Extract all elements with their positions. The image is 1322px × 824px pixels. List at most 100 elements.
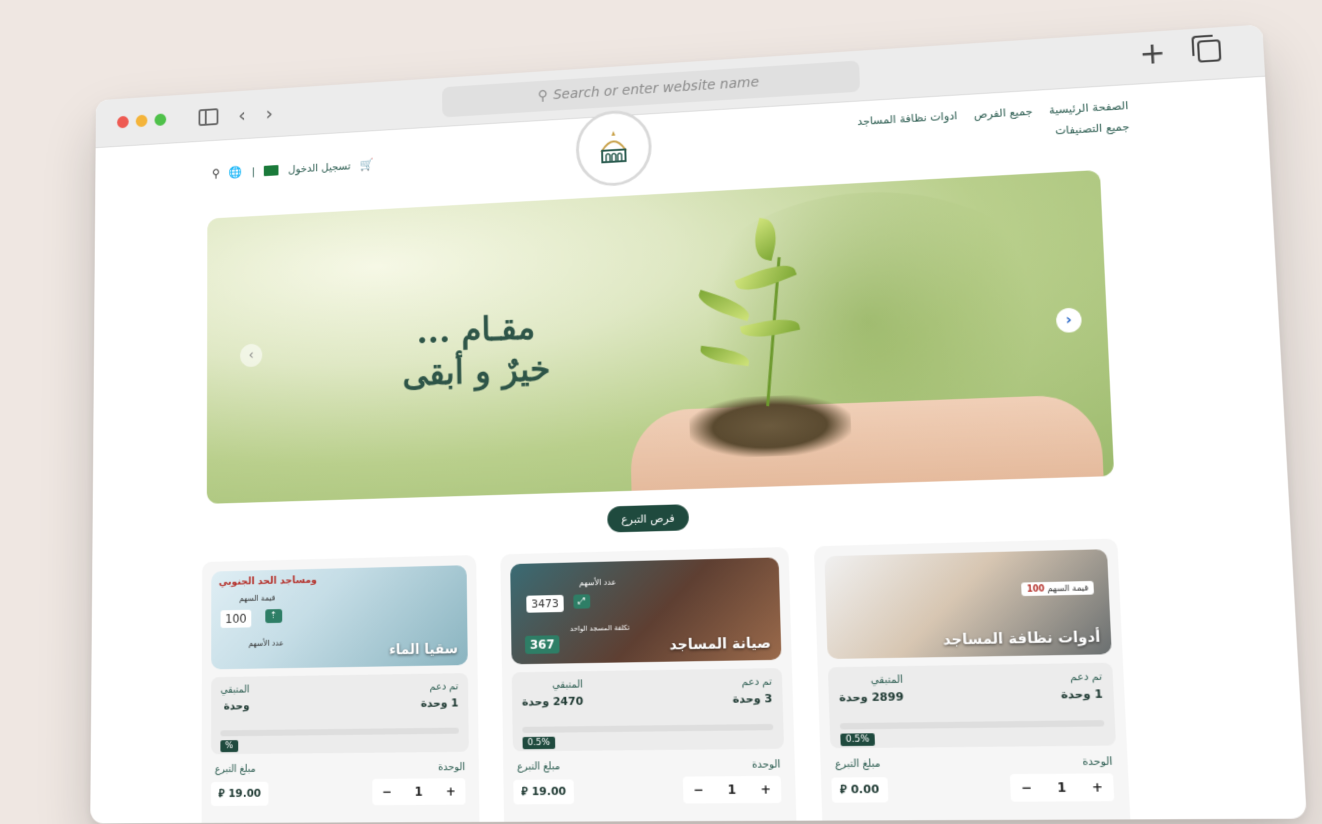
share-icon: ⇡	[265, 609, 282, 624]
card-share-badge: قيمة السهم 100	[1021, 580, 1095, 597]
progress-bar	[522, 723, 774, 733]
card-share-value: 100	[220, 609, 252, 628]
tab-overview-icon[interactable]	[1196, 39, 1222, 63]
card-count-value: 3473	[526, 594, 564, 613]
card-share-label: قيمة السهم	[239, 593, 276, 604]
new-tab-icon[interactable]: +	[1139, 36, 1167, 73]
chevron-left-icon: ‹	[248, 347, 254, 364]
opportunity-card[interactable]: قيمة السهم 100 أدوات نظافة المساجد تم دع…	[813, 538, 1132, 824]
window-controls	[117, 113, 167, 129]
riyal-icon: ⃁	[839, 782, 848, 797]
percent-badge: 0.5%	[840, 733, 875, 747]
quantity-value[interactable]: 1	[727, 782, 736, 797]
quantity-value[interactable]: 1	[415, 785, 423, 799]
progress-bar	[839, 720, 1105, 730]
mockup-stage: ‹ › ⚲ Search or enter website name + الص…	[0, 0, 1322, 824]
hero-slider: مقـام ... خيرٌ و أبقى ‹ ›	[206, 169, 1115, 504]
supported-stat: تم دعم 1 وحدة	[1060, 671, 1104, 702]
supported-label: تم دعم	[741, 676, 773, 689]
amount-value: 0.00	[850, 782, 880, 797]
quantity-value[interactable]: 1	[1057, 780, 1067, 795]
quantity-stepper: − 1 +	[1009, 773, 1115, 802]
slider-prev-button[interactable]: ‹	[240, 343, 263, 368]
remaining-stat: المتبقي 2899 وحدة	[838, 674, 904, 705]
remaining-value: 2470 وحدة	[521, 694, 584, 709]
unit-label: الوحدة	[751, 759, 781, 771]
nav-all-opportunities[interactable]: جميع الفرص	[973, 105, 1032, 121]
amount-field[interactable]: ⃁ 19.00	[513, 779, 575, 805]
header-search-icon[interactable]: ⚲	[212, 167, 220, 181]
increment-button[interactable]: +	[760, 782, 771, 797]
nav-cleaning-tools[interactable]: ادوات نظافة المساجد	[857, 109, 958, 128]
supported-label: تم دعم	[1069, 671, 1103, 684]
forward-icon[interactable]: ›	[266, 101, 273, 124]
main-nav: الصفحة الرئيسية جميع الفرص ادوات نظافة ا…	[857, 99, 1130, 156]
address-placeholder: Search or enter website name	[553, 74, 760, 103]
card-image: ومساجد الحد الجنوبي قيمة السهم 100 ⇡ عدد…	[211, 565, 468, 670]
riyal-icon: ⃁	[521, 784, 528, 799]
remaining-label: المتبقي	[870, 674, 904, 687]
remaining-label: المتبقي	[220, 684, 250, 696]
card-title: أدوات نظافة المساجد	[942, 629, 1101, 649]
supported-label: تم دعم	[429, 681, 459, 693]
percent-badge: %	[220, 740, 238, 753]
minimize-window-button[interactable]	[135, 114, 148, 128]
decrement-button[interactable]: −	[693, 783, 704, 798]
amount-label: مبلغ التبرع	[834, 758, 881, 771]
remaining-value: وحدة	[223, 699, 250, 713]
unit-label: الوحدة	[1082, 756, 1113, 769]
remaining-stat: المتبقي 2470 وحدة	[521, 679, 584, 709]
lang-separator: |	[251, 164, 256, 178]
amount-field[interactable]: ⃁ 19.00	[210, 781, 269, 806]
hero-title-line1: مقـام ...	[416, 308, 536, 353]
sidebar-toggle-icon[interactable]	[198, 107, 219, 126]
card-title: صيانة المساجد	[669, 635, 772, 654]
increment-button[interactable]: +	[446, 784, 456, 798]
back-icon[interactable]: ‹	[238, 103, 245, 126]
card-stats: تم دعم 3 وحدة المتبقي 2470 وحدة 0.5%	[511, 668, 785, 752]
slider-next-button[interactable]: ›	[1055, 307, 1083, 334]
supported-value: 1 وحدة	[420, 696, 459, 710]
card-share-value: 100	[1026, 584, 1045, 594]
remaining-label: المتبقي	[552, 679, 584, 691]
maximize-window-button[interactable]	[154, 113, 167, 127]
hero-title-line2: خيرٌ و أبقى	[402, 348, 551, 394]
supported-stat: تم دعم 1 وحدة	[420, 681, 459, 710]
card-stats: تم دعم 1 وحدة المتبقي وحدة %	[211, 673, 469, 755]
card-cost-label: تكلفة المسجد الواحد	[569, 623, 630, 634]
site-logo[interactable]	[575, 108, 653, 188]
remaining-value: 2899 وحدة	[838, 690, 904, 705]
progress-bar	[220, 727, 459, 737]
decrement-button[interactable]: −	[382, 785, 392, 799]
opportunity-card[interactable]: ومساجد الحد الجنوبي قيمة السهم 100 ⇡ عدد…	[201, 555, 480, 824]
share-icon: ⤢	[573, 594, 591, 609]
percent-badge: 0.5%	[522, 736, 556, 750]
card-title: سقيا الماء	[388, 641, 458, 659]
card-share-label: قيمة السهم	[1047, 583, 1089, 594]
increment-button[interactable]: +	[1092, 780, 1104, 795]
supported-value: 1 وحدة	[1060, 687, 1104, 702]
remaining-stat: المتبقي وحدة	[220, 685, 249, 713]
opportunity-card[interactable]: عدد الأسهم 3473 ⤢ تكلفة المسجد الواحد 36…	[500, 546, 797, 824]
nav-all-categories[interactable]: جميع التصنيفات	[1055, 120, 1130, 137]
card-cost-value: 367	[524, 635, 560, 655]
login-link[interactable]: تسجيل الدخول	[288, 159, 351, 175]
opportunity-cards: ومساجد الحد الجنوبي قيمة السهم 100 ⇡ عدد…	[201, 538, 1143, 824]
cart-icon[interactable]: 🛒	[360, 158, 374, 172]
card-count-label: عدد الأسهم	[578, 577, 617, 588]
close-window-button[interactable]	[117, 115, 129, 129]
amount-field[interactable]: ⃁ 0.00	[831, 777, 888, 803]
browser-window: ‹ › ⚲ Search or enter website name + الص…	[90, 24, 1307, 824]
nav-home[interactable]: الصفحة الرئيسية	[1049, 99, 1129, 117]
card-image: عدد الأسهم 3473 ⤢ تكلفة المسجد الواحد 36…	[510, 557, 782, 665]
decrement-button[interactable]: −	[1021, 780, 1032, 795]
saudi-flag-icon[interactable]	[264, 164, 279, 176]
amount-value: 19.00	[228, 786, 262, 800]
donation-opportunities-button[interactable]: فرص التبرع	[607, 504, 689, 533]
chevron-right-icon: ›	[1065, 312, 1073, 329]
globe-icon[interactable]: 🌐	[229, 165, 243, 179]
search-icon: ⚲	[537, 88, 548, 104]
supported-stat: تم دعم 3 وحدة	[732, 676, 773, 705]
unit-label: الوحدة	[438, 761, 466, 774]
amount-value: 19.00	[531, 784, 567, 799]
